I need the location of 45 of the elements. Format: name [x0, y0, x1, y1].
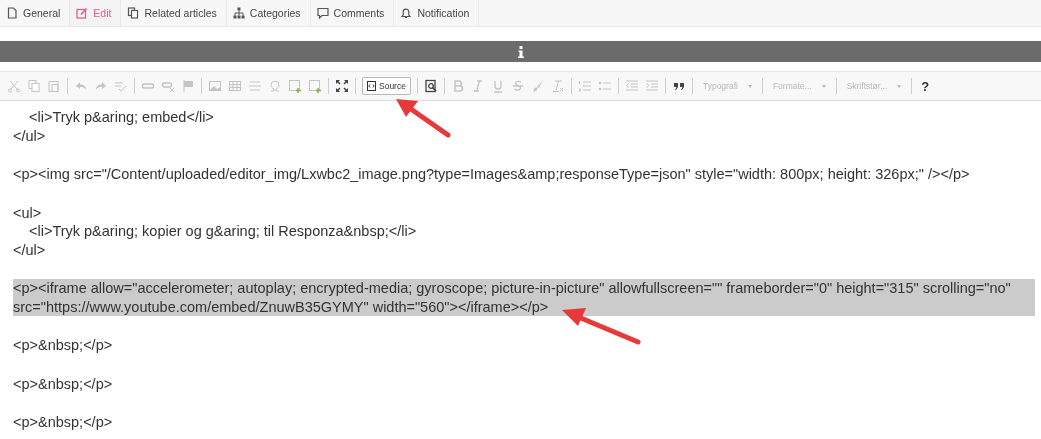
indent-icon[interactable]: [644, 79, 659, 93]
code-line: <ul>: [13, 203, 42, 222]
insert-icon[interactable]: [308, 79, 322, 93]
code-line: </ul>: [13, 126, 46, 145]
brush-icon[interactable]: [530, 79, 545, 93]
tab[interactable]: Notification: [394, 0, 480, 26]
tab[interactable]: Categories: [226, 0, 311, 26]
spellcheck-icon[interactable]: [114, 79, 128, 93]
code-line: <li>Tryk p&aring; kopier og g&aring; til Responza&nbsp;</li>: [29, 222, 417, 241]
numbered-list-icon[interactable]: [577, 79, 592, 93]
annotation-arrow: [394, 97, 454, 141]
code-line: <p>&nbsp;</p>: [13, 413, 113, 432]
maximize-icon[interactable]: [335, 79, 349, 93]
tab[interactable]: Comments: [310, 0, 395, 26]
tab[interactable]: Related articles: [121, 0, 227, 26]
flag-icon[interactable]: [181, 79, 195, 93]
file-icon: [6, 7, 18, 19]
paste-icon[interactable]: [47, 79, 61, 93]
strikethrough-icon[interactable]: [510, 79, 525, 93]
bullet-list-icon[interactable]: [597, 79, 612, 93]
outdent-icon[interactable]: [624, 79, 639, 93]
code-file-icon: [367, 81, 376, 91]
clear-format-icon[interactable]: [550, 79, 565, 93]
code-line: <li>Tryk p&aring; embed</li>: [29, 108, 214, 127]
code-line: <p>&nbsp;</p>: [13, 336, 113, 355]
code-line: <p><img src="/Content/uploaded/editor_img/Lxwbc2_image.png?type=Images&amp;responseType=json" style="width: 800px; height: 326px;" /></p>: [13, 165, 970, 184]
scissors-icon[interactable]: [7, 79, 21, 93]
horizontal-line-icon[interactable]: [248, 79, 262, 93]
hierarchy-icon: [232, 7, 245, 19]
code-line: </ul>: [13, 240, 46, 259]
table-icon[interactable]: [228, 79, 242, 93]
image-icon[interactable]: [208, 79, 222, 93]
copy-icon[interactable]: [27, 79, 41, 93]
omega-icon[interactable]: [268, 79, 282, 93]
source-button[interactable]: Source: [362, 77, 411, 95]
insert-icon[interactable]: [288, 79, 302, 93]
code-line: <p>&nbsp;</p>: [13, 374, 113, 393]
help-button[interactable]: ?: [918, 78, 933, 94]
speech-bubble-icon: [316, 7, 329, 19]
info-icon: [517, 45, 524, 58]
unlink-icon[interactable]: [161, 79, 175, 93]
pencil-square-icon: [76, 7, 89, 19]
bell-icon: [400, 7, 413, 19]
preview-icon[interactable]: [423, 79, 438, 93]
copy-icon: [127, 7, 140, 19]
